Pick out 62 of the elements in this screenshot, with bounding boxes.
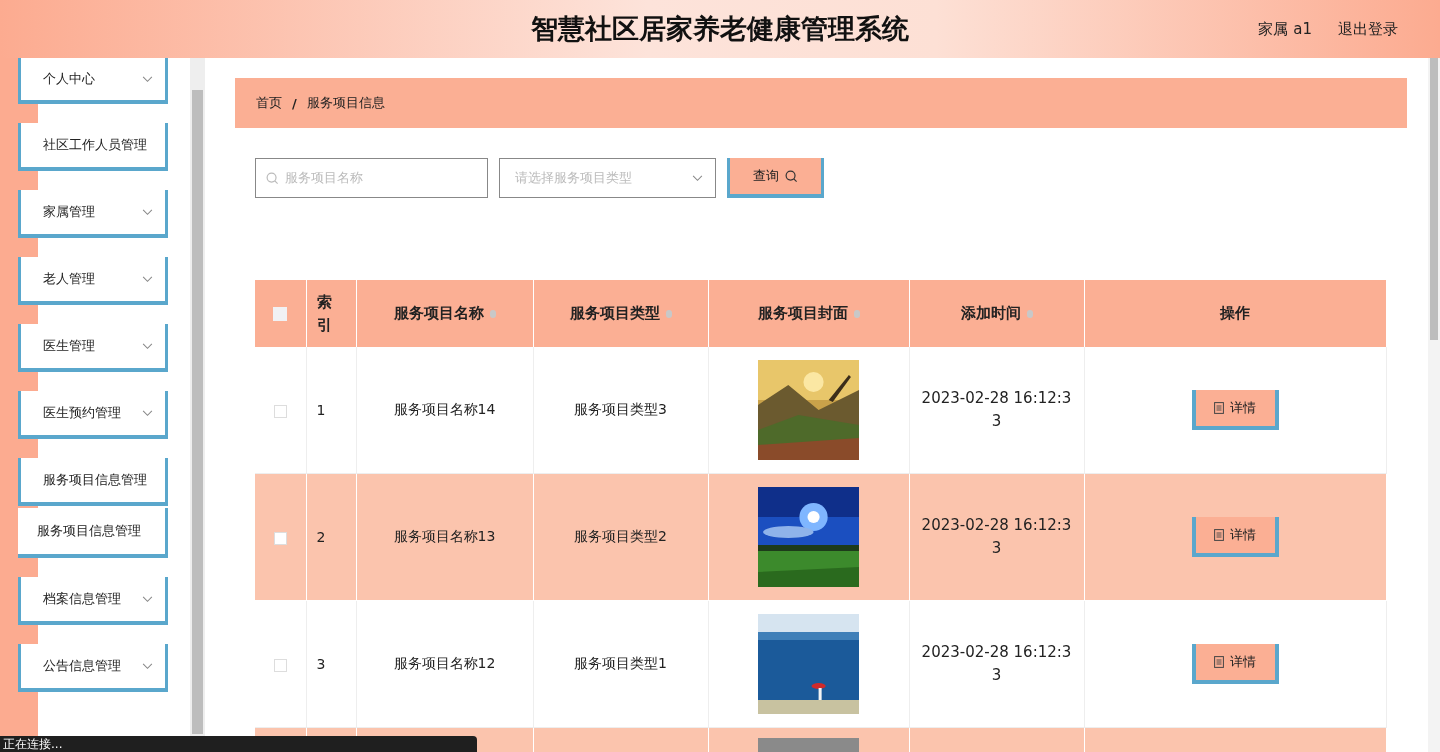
search-button[interactable]: 查询 xyxy=(727,158,824,198)
sort-icon[interactable] xyxy=(853,309,860,318)
sidebar-item[interactable]: 老人管理 xyxy=(18,257,168,305)
sidebar-item[interactable]: 医生预约管理 xyxy=(18,391,168,439)
column-header[interactable]: 服务项目名称 xyxy=(393,304,484,323)
details-button[interactable]: 详情 xyxy=(1191,517,1279,557)
row-checkbox[interactable] xyxy=(273,531,287,545)
search-icon xyxy=(785,169,798,183)
sidebar-item[interactable]: 个人中心 xyxy=(18,58,168,104)
document-icon xyxy=(1214,529,1224,541)
sidebar-item[interactable]: 家属管理 xyxy=(18,190,168,238)
row-checkbox[interactable] xyxy=(273,404,287,418)
chevron-down-icon xyxy=(142,409,153,417)
table-cell-text: 2023-02-28 16:12:33 xyxy=(920,642,1073,686)
sidebar-item[interactable]: 社区工作人员管理 xyxy=(18,123,168,171)
table-cell: 3 xyxy=(316,656,326,672)
chevron-down-icon xyxy=(692,174,703,182)
scrollbar-thumb[interactable] xyxy=(192,90,203,734)
table-cell: 服务项目类型2 xyxy=(574,528,667,544)
column-header[interactable]: 服务项目封面 xyxy=(757,304,848,323)
chevron-down-icon xyxy=(142,75,153,83)
table-cell: 服务项目类型3 xyxy=(574,401,667,417)
table-cell: 服务项目类型1 xyxy=(574,655,667,671)
user-name: 家属 a1 xyxy=(1258,19,1312,39)
sidebar-item[interactable]: 医生管理 xyxy=(18,324,168,372)
table-cell-text: 2023-02-28 16:12:33 xyxy=(920,388,1073,432)
sort-icon[interactable] xyxy=(1026,309,1033,318)
table-cell: 2 xyxy=(316,529,326,545)
logout-link[interactable]: 退出登录 xyxy=(1338,19,1398,39)
app-title: 智慧社区居家养老健康管理系统 xyxy=(531,12,909,46)
table-cell: 服务项目名称12 xyxy=(393,655,496,671)
column-header[interactable]: 服务项目类型 xyxy=(569,304,660,323)
details-button[interactable]: 详情 xyxy=(1191,390,1279,430)
breadcrumb-item: 服务项目信息 xyxy=(306,94,385,112)
sort-icon[interactable] xyxy=(489,309,496,318)
column-header[interactable]: 添加时间 xyxy=(960,304,1021,323)
sidebar-subitem[interactable]: 服务项目信息管理 xyxy=(18,508,168,558)
sort-icon[interactable] xyxy=(665,309,672,318)
sidebar-item[interactable]: 服务项目信息管理 xyxy=(18,458,168,506)
document-icon xyxy=(1214,656,1224,668)
chevron-down-icon xyxy=(142,208,153,216)
table-cell: 1 xyxy=(316,402,326,418)
table-cell: 服务项目名称13 xyxy=(393,528,496,544)
chevron-down-icon xyxy=(142,595,153,603)
chevron-down-icon xyxy=(142,662,153,670)
scrollbar-thumb[interactable] xyxy=(1430,58,1438,340)
breadcrumb-separator: / xyxy=(292,95,297,111)
document-icon xyxy=(1214,402,1224,414)
column-header: 索引 xyxy=(316,292,332,336)
sidebar-item[interactable]: 档案信息管理 xyxy=(18,577,168,625)
sidebar-item[interactable]: 公告信息管理 xyxy=(18,644,168,692)
breadcrumb-item[interactable]: 首页 xyxy=(256,94,282,112)
details-button[interactable]: 详情 xyxy=(1191,644,1279,684)
table-cell: 服务项目名称14 xyxy=(393,401,496,417)
select-all-checkbox[interactable] xyxy=(273,307,288,321)
chevron-down-icon xyxy=(142,342,153,350)
search-icon xyxy=(266,171,279,185)
row-checkbox[interactable] xyxy=(273,658,287,672)
chevron-down-icon xyxy=(142,275,153,283)
table-cell-text: 2023-02-28 16:12:33 xyxy=(920,515,1073,559)
status-text: 正在连接... xyxy=(0,736,477,752)
column-header: 操作 xyxy=(1220,304,1250,323)
